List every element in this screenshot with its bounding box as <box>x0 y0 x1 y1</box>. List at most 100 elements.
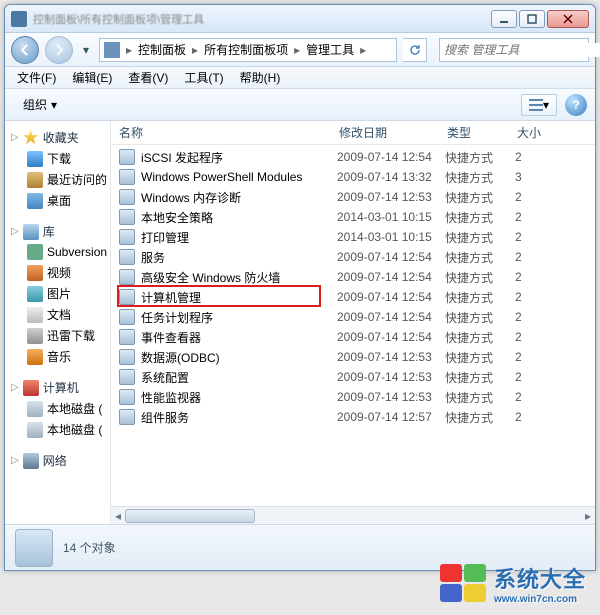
menu-tools[interactable]: 工具(T) <box>176 67 231 88</box>
file-date: 2009-07-14 12:53 <box>337 370 445 384</box>
file-row[interactable]: 高级安全 Windows 防火墙2009-07-14 12:54快捷方式2 <box>111 267 595 287</box>
file-type: 快捷方式 <box>445 409 515 426</box>
video-icon <box>27 265 43 281</box>
breadcrumb-item[interactable]: 控制面板 <box>134 41 190 58</box>
xunlei-icon <box>27 328 43 344</box>
menu-file[interactable]: 文件(F) <box>9 67 64 88</box>
file-date: 2009-07-14 12:57 <box>337 410 445 424</box>
file-size: 3 <box>515 170 595 184</box>
scroll-left-icon[interactable]: ◂ <box>111 507 125 524</box>
minimize-button[interactable] <box>491 10 517 28</box>
organize-button[interactable]: 组织 ▾ <box>13 92 67 117</box>
navbar: ▾ ▸ 控制面板 ▸ 所有控制面板项 ▸ 管理工具 ▸ 🔍 <box>5 33 595 67</box>
disk-icon <box>27 401 43 417</box>
scroll-right-icon[interactable]: ▸ <box>581 507 595 524</box>
windows-flag-icon <box>440 564 488 604</box>
sidebar-header-network[interactable]: ▷网络 <box>5 450 110 471</box>
shortcut-icon <box>119 169 135 185</box>
recent-icon <box>27 172 43 188</box>
file-type: 快捷方式 <box>445 209 515 226</box>
file-name: Windows 内存诊断 <box>141 189 337 206</box>
file-row[interactable]: 系统配置2009-07-14 12:53快捷方式2 <box>111 367 595 387</box>
sidebar-item-pictures[interactable]: 图片 <box>5 283 110 304</box>
breadcrumb-item[interactable]: 管理工具 <box>302 41 358 58</box>
status-text: 14 个对象 <box>63 539 116 556</box>
col-name[interactable]: 名称 <box>119 124 339 141</box>
file-name: 事件查看器 <box>141 329 337 346</box>
col-date[interactable]: 修改日期 <box>339 124 447 141</box>
file-row[interactable]: 本地安全策略2014-03-01 10:15快捷方式2 <box>111 207 595 227</box>
menu-view[interactable]: 查看(V) <box>120 67 176 88</box>
file-size: 2 <box>515 310 595 324</box>
file-date: 2009-07-14 13:32 <box>337 170 445 184</box>
file-row[interactable]: 组件服务2009-07-14 12:57快捷方式2 <box>111 407 595 427</box>
view-mode-button[interactable]: ▾ <box>521 94 557 116</box>
file-type: 快捷方式 <box>445 229 515 246</box>
menu-edit[interactable]: 编辑(E) <box>64 67 120 88</box>
refresh-button[interactable] <box>403 38 427 62</box>
file-date: 2009-07-14 12:54 <box>337 250 445 264</box>
file-date: 2009-07-14 12:53 <box>337 390 445 404</box>
sidebar-header-favorites[interactable]: ▷收藏夹 <box>5 127 110 148</box>
history-dropdown[interactable]: ▾ <box>79 39 93 61</box>
sidebar-header-computer[interactable]: ▷计算机 <box>5 377 110 398</box>
close-button[interactable] <box>547 10 589 28</box>
file-row[interactable]: 服务2009-07-14 12:54快捷方式2 <box>111 247 595 267</box>
file-name: 系统配置 <box>141 369 337 386</box>
svn-icon <box>27 244 43 260</box>
watermark-url: www.win7cn.com <box>494 594 586 605</box>
file-row[interactable]: 事件查看器2009-07-14 12:54快捷方式2 <box>111 327 595 347</box>
disk-icon <box>27 422 43 438</box>
file-row[interactable]: 任务计划程序2009-07-14 12:54快捷方式2 <box>111 307 595 327</box>
chevron-down-icon: ▾ <box>51 98 57 112</box>
horizontal-scrollbar[interactable]: ◂ ▸ <box>111 506 595 524</box>
sidebar-item-disk[interactable]: 本地磁盘 ( <box>5 419 110 440</box>
sidebar-item-videos[interactable]: 视频 <box>5 262 110 283</box>
download-icon <box>27 151 43 167</box>
back-button[interactable] <box>11 36 39 64</box>
help-button[interactable]: ? <box>565 94 587 116</box>
body: ▷收藏夹 下载 最近访问的 桌面 ▷库 Subversion 视频 图片 文档 … <box>5 121 595 524</box>
sidebar-item-documents[interactable]: 文档 <box>5 304 110 325</box>
content-pane: 名称 修改日期 类型 大小 iSCSI 发起程序2009-07-14 12:54… <box>111 121 595 524</box>
file-row[interactable]: 性能监视器2009-07-14 12:53快捷方式2 <box>111 387 595 407</box>
sidebar-item-subversion[interactable]: Subversion <box>5 242 110 262</box>
file-row[interactable]: 计算机管理2009-07-14 12:54快捷方式2 <box>111 287 595 307</box>
file-size: 2 <box>515 410 595 424</box>
sidebar-item-music[interactable]: 音乐 <box>5 346 110 367</box>
file-type: 快捷方式 <box>445 269 515 286</box>
sidebar-header-libraries[interactable]: ▷库 <box>5 221 110 242</box>
menu-help[interactable]: 帮助(H) <box>232 67 289 88</box>
file-size: 2 <box>515 150 595 164</box>
file-type: 快捷方式 <box>445 349 515 366</box>
col-size[interactable]: 大小 <box>517 124 595 141</box>
file-row[interactable]: 打印管理2014-03-01 10:15快捷方式2 <box>111 227 595 247</box>
forward-button[interactable] <box>45 36 73 64</box>
search-input[interactable] <box>444 43 600 57</box>
sidebar-item-recent[interactable]: 最近访问的 <box>5 169 110 190</box>
file-name: 计算机管理 <box>141 289 337 306</box>
shortcut-icon <box>119 409 135 425</box>
file-name: 性能监视器 <box>141 389 337 406</box>
sidebar-item-desktop[interactable]: 桌面 <box>5 190 110 211</box>
file-list: iSCSI 发起程序2009-07-14 12:54快捷方式2Windows P… <box>111 145 595 506</box>
breadcrumb-item[interactable]: 所有控制面板项 <box>200 41 292 58</box>
sidebar-item-disk[interactable]: 本地磁盘 ( <box>5 398 110 419</box>
maximize-button[interactable] <box>519 10 545 28</box>
file-row[interactable]: Windows PowerShell Modules2009-07-14 13:… <box>111 167 595 187</box>
sidebar-item-xunlei[interactable]: 迅雷下载 <box>5 325 110 346</box>
organize-label: 组织 <box>23 96 47 113</box>
sidebar-item-downloads[interactable]: 下载 <box>5 148 110 169</box>
scroll-thumb[interactable] <box>125 509 255 523</box>
column-headers[interactable]: 名称 修改日期 类型 大小 <box>111 121 595 145</box>
col-type[interactable]: 类型 <box>447 124 517 141</box>
file-size: 2 <box>515 210 595 224</box>
file-row[interactable]: 数据源(ODBC)2009-07-14 12:53快捷方式2 <box>111 347 595 367</box>
file-date: 2009-07-14 12:54 <box>337 150 445 164</box>
titlebar[interactable]: 控制面板\所有控制面板项\管理工具 <box>5 5 595 33</box>
window-title: 控制面板\所有控制面板项\管理工具 <box>33 11 491 27</box>
breadcrumb[interactable]: ▸ 控制面板 ▸ 所有控制面板项 ▸ 管理工具 ▸ <box>99 38 397 62</box>
search-box[interactable]: 🔍 <box>439 38 589 62</box>
file-row[interactable]: Windows 内存诊断2009-07-14 12:53快捷方式2 <box>111 187 595 207</box>
file-row[interactable]: iSCSI 发起程序2009-07-14 12:54快捷方式2 <box>111 147 595 167</box>
